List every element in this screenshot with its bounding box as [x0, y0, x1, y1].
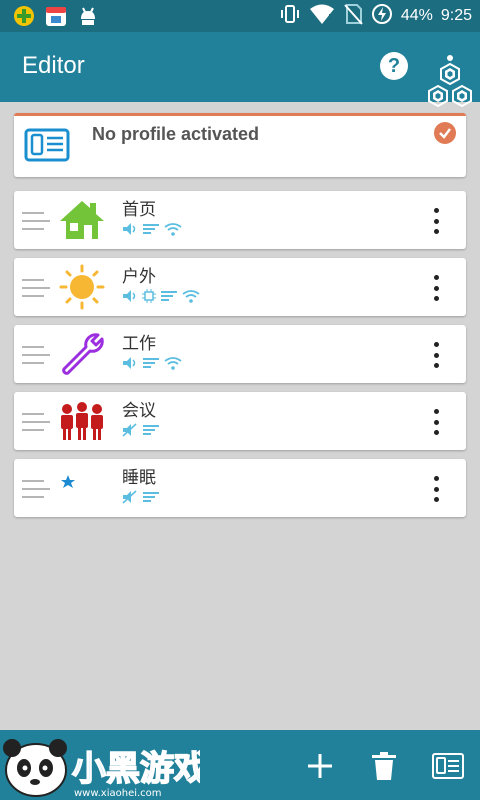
profile-item[interactable]: 工作 — [14, 325, 466, 383]
app-bar: Editor ? — [0, 32, 480, 108]
profile-status-icons — [122, 288, 200, 304]
status-bar: 44% 9:25 — [0, 0, 480, 32]
no-sim-icon — [343, 3, 363, 30]
profile-name: 睡眠 — [122, 468, 156, 488]
activated-profile-card[interactable]: No profile activated — [14, 113, 466, 177]
vibrate-status-icon — [279, 3, 301, 30]
wrench-icon — [58, 331, 106, 377]
plus-icon — [308, 754, 332, 778]
volume-icon — [123, 223, 136, 235]
wifi-icon — [182, 290, 200, 303]
wifi-icon — [164, 223, 182, 236]
drag-handle-icon[interactable] — [22, 344, 50, 366]
battery-charging-icon — [371, 3, 393, 30]
more-options-icon[interactable] — [424, 208, 448, 234]
more-options-icon[interactable] — [424, 476, 448, 502]
profile-item[interactable]: 首页 — [14, 191, 466, 249]
mute-icon — [122, 423, 137, 437]
drag-handle-icon[interactable] — [22, 478, 50, 500]
sun-icon — [58, 264, 106, 310]
mute-icon — [122, 490, 137, 504]
wifi-status-icon — [309, 3, 335, 30]
activated-profile-text: No profile activated — [92, 124, 260, 144]
watermark-brand: 小黑游戏 — [72, 749, 200, 789]
cpu-icon — [142, 289, 156, 303]
profile-card-icon — [24, 128, 70, 166]
activate-profile-button[interactable] — [432, 750, 464, 782]
delete-profile-button[interactable] — [368, 750, 400, 782]
trash-icon — [372, 752, 396, 780]
vibrate-lines-icon — [143, 425, 159, 435]
profile-name: 户外 — [122, 267, 156, 287]
profile-item[interactable]: 会议 — [14, 392, 466, 450]
profile-status-icons — [122, 422, 160, 438]
notification-app-icon — [12, 4, 36, 28]
profile-card-icon — [432, 753, 464, 779]
check-icon — [434, 122, 456, 144]
page-title: Editor — [22, 52, 85, 79]
profile-status-icons — [122, 221, 182, 237]
profile-status-icons — [122, 355, 182, 371]
home-icon — [58, 197, 106, 243]
profile-item[interactable]: 睡眠 — [14, 459, 466, 517]
volume-icon — [123, 290, 136, 302]
people-icon — [58, 398, 106, 444]
drag-handle-icon[interactable] — [22, 411, 50, 433]
battery-percent: 44% — [400, 7, 433, 24]
profile-item[interactable]: 户外 — [14, 258, 466, 316]
more-options-icon[interactable] — [424, 275, 448, 301]
more-options-icon[interactable] — [424, 409, 448, 435]
vibrate-lines-icon — [143, 224, 159, 234]
watermark-url: www.xiaohei.com — [74, 788, 162, 799]
help-button[interactable]: ? — [380, 52, 408, 80]
profile-name: 工作 — [122, 334, 156, 354]
vibrate-lines-icon — [143, 358, 159, 368]
vibrate-lines-icon — [143, 492, 159, 502]
profile-status-icons — [122, 489, 160, 505]
hexagon-logo-icon[interactable] — [424, 54, 476, 114]
clock: 9:25 — [440, 7, 472, 24]
drag-handle-icon[interactable] — [22, 210, 50, 232]
vibrate-lines-icon — [161, 291, 177, 301]
add-profile-button[interactable] — [304, 750, 336, 782]
calendar-notification-icon — [44, 4, 68, 28]
watermark-logo: 小黑游戏 www.xiaohei.com — [0, 730, 209, 800]
wifi-icon — [164, 357, 182, 370]
panda-mascot-icon: 小黑游戏 www.xiaohei.com — [3, 739, 209, 799]
drag-handle-icon[interactable] — [22, 277, 50, 299]
profile-name: 首页 — [122, 200, 156, 220]
android-notification-icon — [76, 4, 100, 28]
profile-name: 会议 — [122, 401, 156, 421]
more-options-icon[interactable] — [424, 342, 448, 368]
moon-star-icon — [58, 465, 106, 511]
volume-icon — [123, 357, 136, 369]
